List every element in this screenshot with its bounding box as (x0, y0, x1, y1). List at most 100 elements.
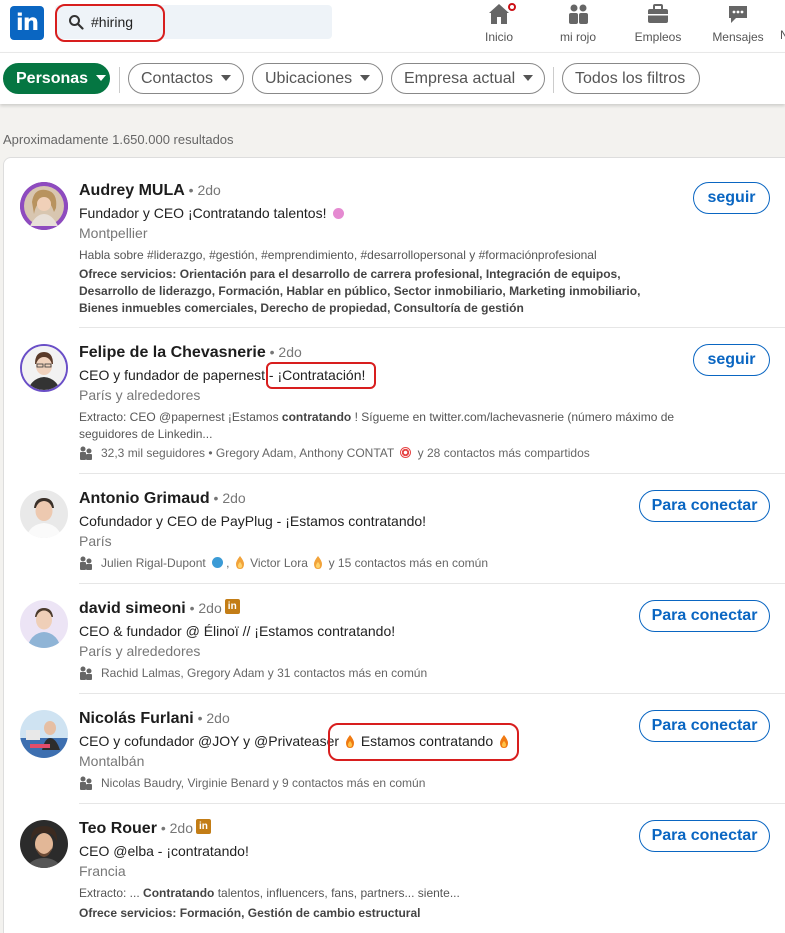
name-text[interactable]: Nicolás Furlani (79, 710, 194, 727)
headline-text: CEO y cofundador @JOY y @Privateaser (79, 733, 340, 749)
result-meta: Julien Rigal-Dupont , Victor Lora y 15 c… (79, 556, 488, 571)
services-text: Formación, Gestión de cambio estructural (179, 906, 421, 920)
extract-keyword: contratando (281, 410, 352, 424)
result-name[interactable]: david simeoni • 2do in (79, 599, 240, 618)
people-icon (80, 446, 92, 460)
target-icon (400, 447, 412, 459)
filter-todos[interactable]: Todos los filtros (562, 63, 700, 94)
avatar[interactable] (20, 710, 68, 758)
result-headline: CEO @elba - ¡contratando! (79, 843, 249, 859)
result-name[interactable]: Teo Rouer • 2do in (79, 819, 211, 838)
meta-text: y 15 contactos más en común (325, 556, 488, 570)
avatar[interactable] (20, 344, 68, 392)
result-location: Montalbán (79, 753, 145, 769)
headline-text: Fundador y CEO ¡Contratando talentos! (79, 205, 327, 221)
result-location: Montpellier (79, 225, 148, 241)
nav-label: Empleos (634, 30, 682, 44)
nav-label: Inicio (484, 30, 513, 44)
nav-label: Mensajes (712, 30, 764, 44)
network-icon (569, 4, 588, 24)
avatar-image (20, 820, 68, 868)
people-icon (80, 666, 92, 680)
flower-icon (333, 207, 345, 219)
connect-button[interactable]: Para conectar (639, 820, 770, 852)
results-list: Audrey MULA • 2do Fundador y CEO ¡Contra… (3, 157, 785, 933)
result-services: Ofrece servicios: Orientación para el de… (79, 266, 679, 317)
nav-item-network[interactable]: mi rojo (555, 2, 601, 48)
connection-degree: • 2do (185, 600, 222, 616)
filter-label: Ubicaciones (265, 70, 353, 87)
nav-item-jobs[interactable]: Empleos (633, 2, 683, 48)
filter-personas[interactable]: Personas (3, 63, 110, 94)
result-topics: Habla sobre #liderazgo, #gestión, #empre… (79, 248, 597, 262)
caret-down-icon (523, 74, 534, 81)
meta-text: 32,3 mil seguidores • Gregory Adam, Anth… (101, 446, 394, 460)
extract-text: talentos, influencers, fans, partners...… (214, 886, 460, 900)
divider (79, 583, 785, 584)
caret-down-icon (221, 74, 232, 81)
filter-contactos[interactable]: Contactos (128, 63, 244, 94)
filter-label: Contactos (141, 70, 214, 87)
fire-icon (235, 556, 244, 570)
avatar[interactable] (20, 490, 68, 538)
result-location: París (79, 533, 112, 549)
filter-label: Empresa actual (404, 70, 516, 87)
linkedin-premium-badge: in (195, 819, 211, 835)
filter-label: Personas (16, 70, 89, 87)
avatar-image (20, 490, 68, 538)
result-services: Ofrece servicios: Formación, Gestión de … (79, 905, 679, 922)
nav-label: mi rojo (559, 30, 596, 44)
nav-overflow-label: N (780, 28, 785, 42)
linkedin-premium-badge: in (224, 599, 240, 615)
divider (553, 67, 554, 93)
globe-icon (212, 557, 224, 569)
name-text[interactable]: Antonio Grimaud (79, 490, 210, 507)
briefcase-icon (648, 4, 668, 23)
connection-degree: • 2do (156, 820, 193, 836)
highlight-annotation (266, 362, 376, 389)
meta-text: Rachid Lalmas, Gregory Adam y 31 contact… (101, 666, 428, 680)
connect-button[interactable]: Para conectar (639, 710, 770, 742)
name-text[interactable]: david simeoni (79, 600, 186, 617)
divider (79, 473, 785, 474)
filter-bar: Personas Contactos Ubicaciones Empresa a… (0, 52, 785, 104)
name-text[interactable]: Felipe de la Chevasnerie (79, 344, 266, 361)
divider (79, 803, 785, 804)
avatar[interactable] (20, 820, 68, 868)
connect-button[interactable]: Para conectar (639, 490, 770, 522)
caret-down-icon (360, 74, 371, 81)
avatar[interactable] (20, 182, 68, 230)
nav-item-messaging[interactable]: Mensajes (711, 2, 765, 48)
follow-button[interactable]: seguir (693, 182, 770, 214)
result-meta: Nicolas Baudry, Virginie Benard y 9 cont… (79, 776, 425, 791)
avatar-image (20, 182, 68, 230)
result-name[interactable]: Audrey MULA • 2do (79, 182, 221, 200)
result-extract: Extracto: CEO @papernest ¡Estamos contra… (79, 409, 679, 443)
results-count: Aproximadamente 1.650.000 resultados (3, 132, 234, 147)
notification-badge (506, 1, 518, 13)
messaging-icon (729, 6, 747, 23)
people-icon (80, 556, 92, 570)
result-name[interactable]: Felipe de la Chevasnerie • 2do (79, 344, 302, 362)
filter-empresa-actual[interactable]: Empresa actual (391, 63, 545, 94)
linkedin-logo[interactable]: in (10, 6, 44, 40)
filter-label: Todos los filtros (575, 70, 686, 87)
name-text[interactable]: Teo Rouer (79, 820, 157, 837)
divider (119, 67, 120, 93)
meta-text: y 28 contactos más compartidos (414, 446, 590, 460)
avatar[interactable] (20, 600, 68, 648)
filter-ubicaciones[interactable]: Ubicaciones (252, 63, 383, 94)
result-name[interactable]: Nicolás Furlani • 2do (79, 710, 230, 728)
connect-button[interactable]: Para conectar (639, 600, 770, 632)
connection-degree: • 2do (184, 182, 221, 198)
avatar-image (20, 600, 68, 648)
divider (79, 327, 785, 328)
headline-text: CEO y fundador de papernest (79, 367, 269, 383)
extract-keyword: Contratando (143, 886, 215, 900)
follow-button[interactable]: seguir (693, 344, 770, 376)
extract-text: Extracto: ... (79, 886, 144, 900)
avatar-image (20, 710, 68, 758)
result-meta: Rachid Lalmas, Gregory Adam y 31 contact… (79, 666, 427, 681)
result-name[interactable]: Antonio Grimaud • 2do (79, 490, 246, 508)
name-text[interactable]: Audrey MULA (79, 182, 185, 199)
